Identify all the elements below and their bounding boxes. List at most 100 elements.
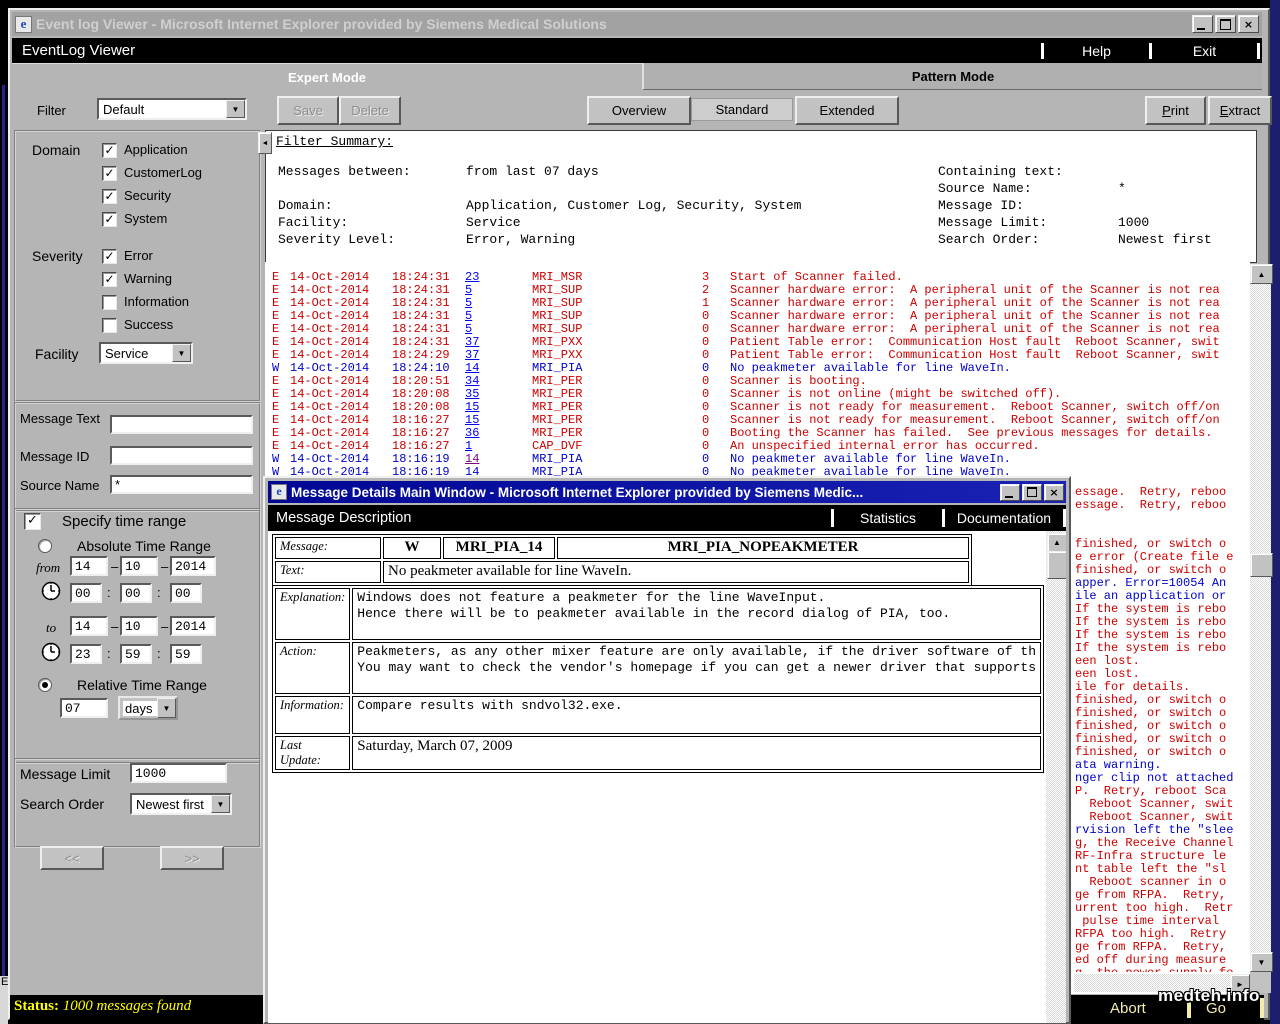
log-row[interactable]: E14-Oct-201418:24:3137MRI_PXX0Patient Ta… xyxy=(265,335,1250,348)
delete-button[interactable]: Delete xyxy=(339,96,401,125)
message-id-input[interactable] xyxy=(110,446,253,465)
close-button[interactable]: × xyxy=(1044,484,1064,501)
log-id-link[interactable]: 5 xyxy=(465,309,472,323)
chevron-down-icon[interactable]: ▼ xyxy=(157,698,176,718)
relative-value-input[interactable] xyxy=(60,698,108,718)
log-id-link[interactable]: 5 xyxy=(465,296,472,310)
to-hour-input[interactable] xyxy=(70,644,102,664)
help-menu-item[interactable]: Help xyxy=(1044,43,1149,59)
log-id-link[interactable]: 37 xyxy=(465,348,479,362)
log-row[interactable]: E14-Oct-201418:16:2715MRI_PER0Scanner is… xyxy=(265,413,1250,426)
domain-checkbox-system[interactable]: ✓ xyxy=(102,212,117,227)
log-row[interactable]: E14-Oct-201418:24:315MRI_SUP0Scanner har… xyxy=(265,322,1250,335)
to-year-input[interactable] xyxy=(170,616,216,636)
severity-checkbox-information[interactable] xyxy=(102,295,117,310)
to-minute-input[interactable] xyxy=(120,644,152,664)
page-next-button[interactable]: >> xyxy=(160,846,224,870)
log-id-link[interactable]: 34 xyxy=(465,374,479,388)
to-day-input[interactable] xyxy=(70,616,108,636)
log-id-link[interactable]: 5 xyxy=(465,322,472,336)
source-name-input[interactable] xyxy=(110,475,253,494)
log-row[interactable]: E14-Oct-201418:20:0835MRI_PER0Scanner is… xyxy=(265,387,1250,400)
log-row[interactable]: E14-Oct-201418:24:315MRI_SUP0Scanner har… xyxy=(265,309,1250,322)
absolute-time-range-radio[interactable] xyxy=(38,539,52,553)
log-row[interactable]: E14-Oct-201418:20:5134MRI_PER0Scanner is… xyxy=(265,374,1250,387)
domain-label-security: Security xyxy=(124,188,171,203)
chevron-down-icon[interactable]: ▼ xyxy=(211,795,230,813)
log-row[interactable]: W14-Oct-201418:24:1014MRI_PIA0No peakmet… xyxy=(265,361,1250,374)
scroll-left-icon[interactable]: ◄ xyxy=(258,132,272,154)
from-year-input[interactable] xyxy=(170,556,216,576)
from-hour-input[interactable] xyxy=(70,583,102,603)
log-row[interactable]: E14-Oct-201418:16:2736MRI_PER0Booting th… xyxy=(265,426,1250,439)
save-button[interactable]: Save xyxy=(277,96,339,125)
log-id-link[interactable]: 15 xyxy=(465,413,479,427)
log-row[interactable]: E14-Oct-201418:20:0815MRI_PER0Scanner is… xyxy=(265,400,1250,413)
log-id-link[interactable]: 14 xyxy=(465,361,479,375)
facility-select[interactable]: Service ▼ xyxy=(99,342,193,364)
documentation-menu-item[interactable]: Documentation xyxy=(945,510,1063,526)
standard-button[interactable]: Standard xyxy=(691,98,793,121)
log-id-link[interactable]: 35 xyxy=(465,387,479,401)
chevron-down-icon[interactable]: ▼ xyxy=(226,100,245,118)
extract-button[interactable]: Extract xyxy=(1208,96,1272,125)
print-button[interactable]: Print xyxy=(1145,96,1206,125)
log-vertical-scrollbar[interactable]: ▲ ▼ xyxy=(1250,264,1271,972)
overview-button[interactable]: Overview xyxy=(587,96,691,125)
log-row[interactable]: E14-Oct-201418:16:271CAP_DVF0An unspecif… xyxy=(265,439,1250,452)
severity-checkbox-success[interactable] xyxy=(102,318,117,333)
log-row[interactable]: E14-Oct-201418:24:2937MRI_PXX0Patient Ta… xyxy=(265,348,1250,361)
statistics-menu-item[interactable]: Statistics xyxy=(834,510,942,526)
from-second-input[interactable] xyxy=(170,583,202,603)
maximize-button[interactable] xyxy=(1022,484,1042,501)
modal-vertical-scrollbar[interactable]: ▲ xyxy=(1046,531,1066,1023)
domain-checkbox-customerlog[interactable]: ✓ xyxy=(102,166,117,181)
from-day-input[interactable] xyxy=(70,556,108,576)
log-id-link[interactable]: 14 xyxy=(465,452,479,466)
maximize-icon xyxy=(1027,487,1037,497)
log-id-link[interactable]: 36 xyxy=(465,426,479,440)
scrollbar-thumb[interactable] xyxy=(1047,551,1066,579)
abort-button[interactable]: Abort xyxy=(1110,1000,1146,1017)
relative-unit-select[interactable]: days ▼ xyxy=(118,696,178,720)
severity-checkbox-warning[interactable]: ✓ xyxy=(102,272,117,287)
log-row[interactable]: E14-Oct-201418:24:315MRI_SUP1Scanner har… xyxy=(265,296,1250,309)
minimize-button[interactable] xyxy=(1192,15,1213,33)
minimize-button[interactable] xyxy=(1000,484,1020,501)
scroll-up-icon[interactable]: ▲ xyxy=(1047,533,1066,552)
domain-checkbox-security[interactable]: ✓ xyxy=(102,189,117,204)
modal-title-bar[interactable]: e Message Details Main Window - Microsof… xyxy=(268,481,1066,503)
severity-checkbox-error[interactable]: ✓ xyxy=(102,249,117,264)
message-text-input[interactable] xyxy=(110,415,253,434)
tab-pattern-mode[interactable]: Pattern Mode xyxy=(642,63,1262,90)
filter-select[interactable]: Default ▼ xyxy=(97,98,247,120)
page-previous-button[interactable]: << xyxy=(40,846,104,870)
to-month-input[interactable] xyxy=(120,616,158,636)
modal-content: Message: W MRI_PIA_14 MRI_PIA_NOPEAKMETE… xyxy=(268,531,1066,1023)
maximize-button[interactable] xyxy=(1215,15,1236,33)
scroll-down-icon[interactable]: ▼ xyxy=(1250,952,1273,972)
from-minute-input[interactable] xyxy=(120,583,152,603)
log-id-link[interactable]: 37 xyxy=(465,335,479,349)
log-row[interactable]: E14-Oct-201418:24:315MRI_SUP2Scanner har… xyxy=(265,283,1250,296)
log-row[interactable]: E14-Oct-201418:24:3123MRI_MSR3Start of S… xyxy=(265,270,1250,283)
extended-button[interactable]: Extended xyxy=(795,96,899,125)
log-id-link[interactable]: 23 xyxy=(465,270,479,284)
scroll-up-icon[interactable]: ▲ xyxy=(1250,264,1273,284)
chevron-down-icon[interactable]: ▼ xyxy=(172,344,191,362)
log-id-link[interactable]: 15 xyxy=(465,400,479,414)
to-second-input[interactable] xyxy=(170,644,202,664)
log-id-link[interactable]: 5 xyxy=(465,283,472,297)
relative-time-range-radio[interactable] xyxy=(38,678,52,692)
close-button[interactable]: × xyxy=(1238,15,1259,33)
specify-time-range-checkbox[interactable]: ✓ xyxy=(24,513,41,530)
log-id-link[interactable]: 1 xyxy=(465,439,472,453)
domain-checkbox-application[interactable]: ✓ xyxy=(102,143,117,158)
exit-menu-item[interactable]: Exit xyxy=(1152,43,1257,59)
main-title-bar[interactable]: e Event log Viewer - Microsoft Internet … xyxy=(12,12,1262,36)
tab-expert-mode[interactable]: Expert Mode xyxy=(12,63,642,91)
from-month-input[interactable] xyxy=(120,556,158,576)
scrollbar-thumb[interactable] xyxy=(1250,553,1273,577)
message-limit-input[interactable] xyxy=(130,763,227,783)
search-order-select[interactable]: Newest first ▼ xyxy=(130,793,232,815)
